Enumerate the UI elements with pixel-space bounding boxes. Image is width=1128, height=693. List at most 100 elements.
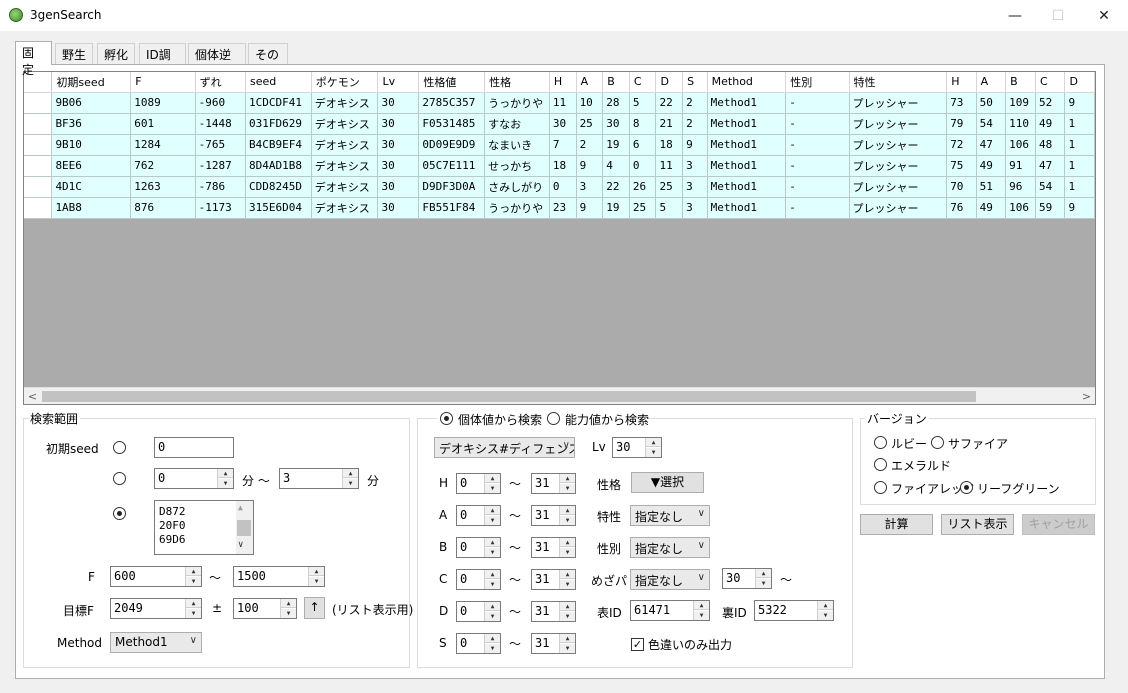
leafgreen-radio[interactable] bbox=[960, 481, 973, 494]
iv-d-from-stepper[interactable]: 0 ▲ ▼ bbox=[456, 601, 501, 622]
tab-other[interactable]: その他 bbox=[248, 43, 288, 79]
table-cell[interactable]: 19 bbox=[602, 134, 630, 156]
range-stepper[interactable]: 100 ▲ ▼ bbox=[233, 598, 297, 619]
seed-input[interactable]: 0 bbox=[154, 437, 234, 458]
table-cell[interactable]: デオキシス bbox=[311, 92, 379, 114]
table-cell[interactable]: 1AB8 bbox=[51, 197, 132, 219]
table-cell[interactable]: - bbox=[785, 176, 850, 198]
table-cell[interactable]: 8 bbox=[629, 113, 657, 135]
table-cell[interactable]: 26 bbox=[629, 176, 657, 198]
apply-up-button[interactable]: ↑ bbox=[304, 597, 325, 619]
ruby-radio[interactable] bbox=[874, 436, 887, 449]
table-cell[interactable]: F0531485 bbox=[418, 113, 486, 135]
table-cell[interactable]: デオキシス bbox=[311, 176, 379, 198]
column-header[interactable]: seed bbox=[245, 72, 312, 93]
table-cell[interactable]: 25 bbox=[576, 113, 604, 135]
table-cell[interactable]: 9 bbox=[1064, 197, 1095, 219]
table-cell[interactable]: 73 bbox=[946, 92, 977, 114]
table-cell[interactable]: 49 bbox=[976, 197, 1007, 219]
iv-s-from-stepper[interactable]: 0 ▲ ▼ bbox=[456, 633, 501, 654]
table-cell[interactable]: 601 bbox=[130, 113, 196, 135]
table-cell[interactable]: 9 bbox=[576, 155, 604, 177]
table-cell[interactable]: 11 bbox=[655, 155, 684, 177]
table-cell[interactable]: 11 bbox=[549, 92, 577, 114]
table-cell[interactable]: - bbox=[785, 155, 850, 177]
table-cell[interactable]: 30 bbox=[377, 113, 420, 135]
table-cell[interactable]: 28 bbox=[602, 92, 630, 114]
cancel-button[interactable]: キャンセル bbox=[1022, 514, 1095, 535]
table-cell[interactable]: 48 bbox=[1035, 134, 1066, 156]
lv-stepper[interactable]: 30 ▲ ▼ bbox=[612, 437, 662, 458]
column-header[interactable]: D bbox=[655, 72, 684, 93]
table-cell[interactable]: Method1 bbox=[707, 92, 787, 114]
table-cell[interactable]: なまいき bbox=[484, 134, 550, 156]
tab-id-adjust[interactable]: ID調整 bbox=[139, 43, 186, 79]
shiny-only-checkbox[interactable]: ✓ bbox=[631, 638, 644, 651]
column-header[interactable]: ポケモン bbox=[311, 72, 379, 93]
table-cell[interactable]: 50 bbox=[976, 92, 1007, 114]
sid-stepper[interactable]: 5322 ▲ ▼ bbox=[754, 600, 834, 621]
table-row[interactable]: 8EE6 762 -1287 8D4AD1B8 デオキシス 30 05C7E111 せっかち 1… bbox=[24, 155, 1095, 177]
firered-radio[interactable] bbox=[874, 481, 887, 494]
minutes-to-stepper[interactable]: 3 ▲ ▼ bbox=[279, 468, 359, 489]
scroll-left-icon[interactable]: < bbox=[24, 388, 41, 405]
table-cell[interactable]: 0 bbox=[629, 155, 657, 177]
table-cell[interactable]: - bbox=[785, 134, 850, 156]
close-button[interactable]: ✕ bbox=[1081, 0, 1127, 31]
table-cell[interactable]: -960 bbox=[195, 92, 247, 114]
table-cell[interactable]: 1 bbox=[1064, 176, 1095, 198]
f-to-stepper[interactable]: 1500 ▲ ▼ bbox=[233, 566, 325, 587]
table-cell[interactable]: 5 bbox=[629, 92, 657, 114]
table-cell[interactable]: せっかち bbox=[484, 155, 550, 177]
table-cell[interactable]: 8EE6 bbox=[51, 155, 132, 177]
table-row[interactable]: BF36 601 -1448 031FD629 デオキシス 30 F0531485 すなお 30… bbox=[24, 113, 1095, 135]
table-cell[interactable]: -786 bbox=[195, 176, 247, 198]
table-cell[interactable]: 21 bbox=[655, 113, 684, 135]
table-row[interactable]: 1AB8 876 -1173 315E6D04 デオキシス 30 FB551F84 うっかりや… bbox=[24, 197, 1095, 219]
table-row[interactable]: 9B10 1284 -765 B4CB9EF4 デオキシス 30 0D09E9D9 なまいき 7… bbox=[24, 134, 1095, 156]
table-cell[interactable]: 05C7E111 bbox=[418, 155, 486, 177]
table-cell[interactable]: - bbox=[785, 113, 850, 135]
table-cell[interactable]: 762 bbox=[130, 155, 196, 177]
table-cell[interactable]: 75 bbox=[946, 155, 977, 177]
scroll-right-icon[interactable]: > bbox=[1078, 388, 1095, 405]
table-cell[interactable]: 49 bbox=[976, 155, 1007, 177]
table-cell[interactable]: 9B10 bbox=[51, 134, 132, 156]
table-cell[interactable]: 25 bbox=[655, 176, 684, 198]
iv-b-to-stepper[interactable]: 31 ▲ ▼ bbox=[531, 537, 576, 558]
table-cell[interactable]: 30 bbox=[377, 134, 420, 156]
table-cell[interactable]: 76 bbox=[946, 197, 977, 219]
column-header[interactable]: 性別 bbox=[785, 72, 850, 93]
table-cell[interactable]: 54 bbox=[976, 113, 1007, 135]
table-cell[interactable]: 106 bbox=[1005, 197, 1036, 219]
table-cell[interactable]: 23 bbox=[549, 197, 577, 219]
iv-h-to-stepper[interactable]: 31 ▲ ▼ bbox=[531, 473, 576, 494]
table-cell[interactable]: プレッシャー bbox=[849, 155, 948, 177]
column-header[interactable]: A bbox=[976, 72, 1007, 93]
column-header[interactable]: F bbox=[130, 72, 196, 93]
table-cell[interactable]: 96 bbox=[1005, 176, 1036, 198]
column-header[interactable]: 初期seed bbox=[51, 72, 132, 93]
minimize-button[interactable]: — bbox=[992, 0, 1038, 31]
tab-wild[interactable]: 野生 bbox=[55, 43, 93, 64]
column-header[interactable]: H bbox=[946, 72, 977, 93]
table-cell[interactable]: 30 bbox=[377, 92, 420, 114]
iv-h-from-stepper[interactable]: 0 ▲ ▼ bbox=[456, 473, 501, 494]
table-cell[interactable]: 3 bbox=[576, 176, 604, 198]
scroll-thumb[interactable] bbox=[42, 391, 976, 402]
row-header[interactable] bbox=[24, 134, 53, 156]
hidden-power-select[interactable]: 指定なし ∨ bbox=[630, 569, 710, 590]
list-display-button[interactable]: リスト表示 bbox=[941, 514, 1014, 535]
table-cell[interactable]: うっかりや bbox=[484, 92, 550, 114]
table-cell[interactable]: 106 bbox=[1005, 134, 1036, 156]
table-cell[interactable]: 51 bbox=[976, 176, 1007, 198]
table-cell[interactable]: D9DF3D0A bbox=[418, 176, 486, 198]
table-cell[interactable]: 9 bbox=[1064, 92, 1095, 114]
table-cell[interactable]: 10 bbox=[576, 92, 604, 114]
target-f-stepper[interactable]: 2049 ▲ ▼ bbox=[110, 598, 202, 619]
table-cell[interactable]: -765 bbox=[195, 134, 247, 156]
table-cell[interactable]: 2 bbox=[682, 113, 708, 135]
column-header[interactable]: D bbox=[1064, 72, 1095, 93]
column-header[interactable]: 特性 bbox=[849, 72, 948, 93]
table-cell[interactable]: 8D4AD1B8 bbox=[245, 155, 312, 177]
